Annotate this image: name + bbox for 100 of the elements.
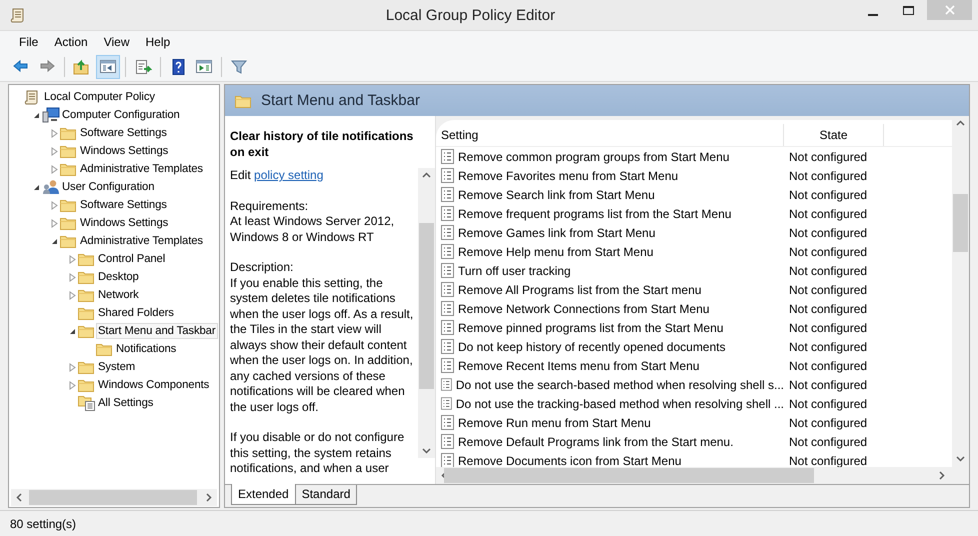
scroll-thumb[interactable] <box>419 223 434 389</box>
scroll-thumb[interactable] <box>444 468 814 483</box>
tree-item[interactable]: All Settings <box>96 395 156 411</box>
folder-icon <box>78 270 94 284</box>
scroll-right-icon[interactable] <box>939 471 945 480</box>
setting-name: Remove Network Connections from Start Menu <box>458 302 710 316</box>
scroll-down-icon[interactable] <box>422 448 431 454</box>
setting-name: Remove Recent Items menu from Start Menu <box>458 358 700 372</box>
tree-item[interactable]: Windows Components <box>96 377 212 393</box>
policy-icon <box>441 206 454 221</box>
policy-title: Clear history of tile notifications on exit <box>229 128 414 160</box>
tree-item[interactable]: Control Panel <box>96 251 168 267</box>
tree-item[interactable]: Local Computer Policy <box>42 89 157 105</box>
policy-icon <box>441 263 454 278</box>
folder-icon <box>60 126 76 140</box>
scroll-up-icon[interactable] <box>956 120 965 126</box>
triangle-icon[interactable] <box>69 328 76 334</box>
policy-icon <box>441 225 454 240</box>
table-row[interactable]: Remove frequent programs list from the Start Menu Not configured <box>436 204 952 223</box>
folder-icon <box>78 360 94 374</box>
folder-icon <box>60 144 76 158</box>
policy-icon <box>441 320 454 335</box>
tree-item[interactable]: Start Menu and Taskbar <box>96 323 218 339</box>
table-row[interactable]: Remove Help menu from Start Menu Not configured <box>436 242 952 261</box>
folder-icon <box>60 234 76 248</box>
policy-setting-link[interactable]: policy setting <box>254 168 324 182</box>
policy-icon <box>441 187 454 202</box>
scroll-thumb[interactable] <box>29 490 197 505</box>
scroll-left-icon[interactable] <box>16 493 22 502</box>
scroll-right-icon[interactable] <box>206 493 212 502</box>
description-label: Description: <box>230 260 294 276</box>
description-text: If you disable or do not configure this setting, the system retains notifications, and when a user <box>230 430 406 476</box>
tree-item[interactable]: Administrative Templates <box>78 161 205 177</box>
scroll-down-icon[interactable] <box>956 456 965 462</box>
tree-item[interactable]: Windows Settings <box>78 215 170 231</box>
table-row[interactable]: Do not use the search-based method when resolving shell s... Not configured <box>436 375 952 394</box>
menu-item[interactable]: View <box>96 33 136 51</box>
table-row[interactable]: Remove Network Connections from Start Menu Not configured <box>436 299 952 318</box>
tree-item[interactable]: Administrative Templates <box>78 233 205 249</box>
setting-name: Do not use the tracking-based method when resolving shell ... <box>456 396 784 410</box>
scrollbar[interactable] <box>418 168 435 458</box>
setting-name: Do not use the search-based method when resolving shell s... <box>456 378 784 392</box>
table-row[interactable]: Turn off user tracking Not configured <box>436 261 952 280</box>
column-header[interactable]: Setting <box>436 124 784 146</box>
triangle-icon[interactable] <box>51 238 58 244</box>
tree-item[interactable]: Computer Configuration <box>60 107 182 123</box>
table-row[interactable]: Remove common program groups from Start Menu Not configured <box>436 147 952 166</box>
tree-item[interactable]: Notifications <box>114 341 178 357</box>
folder-list-icon <box>78 395 96 411</box>
table-row[interactable]: Remove Documents icon from Start Menu Not configured <box>436 451 952 467</box>
table-row[interactable]: Remove pinned programs list from the Start Menu Not configured <box>436 318 952 337</box>
table-row[interactable]: Remove Run menu from Start Menu Not configured <box>436 413 952 432</box>
tree-item[interactable]: Network <box>96 287 141 303</box>
table-row[interactable]: Remove Games link from Start Menu Not configured <box>436 223 952 242</box>
policy-icon <box>441 377 452 392</box>
table-row[interactable]: Remove All Programs list from the Start menu Not configured <box>436 280 952 299</box>
setting-name: Turn off user tracking <box>458 264 571 278</box>
state-cell-text: Not configured <box>788 168 868 182</box>
maximize-icon <box>903 6 915 16</box>
tree-item[interactable]: Desktop <box>96 269 141 285</box>
policy-icon <box>441 149 454 164</box>
policy-icon <box>441 358 454 373</box>
table-row[interactable]: Remove Search link from Start Menu Not configured <box>436 185 952 204</box>
tree-item[interactable]: Software Settings <box>78 125 169 141</box>
menu-item[interactable]: Help <box>138 33 178 51</box>
scrollbar[interactable] <box>11 489 217 506</box>
state-cell-text: Not configured <box>788 454 868 467</box>
scroll-thumb[interactable] <box>953 194 968 252</box>
tree-item[interactable]: Shared Folders <box>96 305 176 321</box>
setting-name: Remove common program groups from Start Menu <box>458 150 730 164</box>
table-row[interactable]: Do not keep history of recently opened documents Not configured <box>436 337 952 356</box>
policy-icon <box>441 282 454 297</box>
edit-sentence: Edit policy setting <box>230 168 324 184</box>
requirements-label: Requirements: <box>230 198 310 214</box>
minimize-icon <box>868 14 878 16</box>
panel-title: Start Menu and Taskbar <box>261 92 420 109</box>
policy-icon <box>441 434 454 449</box>
menu-item[interactable]: Action <box>47 33 95 51</box>
tab[interactable]: Standard <box>294 485 358 505</box>
panel-toggle-icon[interactable] <box>96 55 120 79</box>
table-row[interactable]: Remove Default Programs link from the Start menu. Not configured <box>436 432 952 451</box>
triangle-icon[interactable] <box>33 112 40 118</box>
tree-item[interactable]: Software Settings <box>78 197 169 213</box>
tree-item[interactable]: Windows Settings <box>78 143 170 159</box>
close-icon <box>944 5 954 15</box>
table-row[interactable]: Remove Recent Items menu from Start Menu Not configured <box>436 356 952 375</box>
tree-item[interactable]: User Configuration <box>60 179 156 195</box>
folder-icon <box>78 288 94 302</box>
table-row[interactable]: Do not use the tracking-based method when resolving shell ... Not configured <box>436 394 952 413</box>
scroll-up-icon[interactable] <box>422 172 431 178</box>
description-text: If you enable this setting, the system deletes tile notifications when the user logs off. As a result, the Tiles in the start view will always show their default content when the user logs on. In addition, any cached versions of these notifications will be cleared when the user logs off. <box>230 276 414 415</box>
tree-item[interactable]: System <box>96 359 138 375</box>
column-header[interactable]: State <box>784 124 884 146</box>
requirements-text: At least Windows Server 2012, Windows 8 or Windows RT <box>230 214 396 245</box>
triangle-icon[interactable] <box>33 184 40 190</box>
tab[interactable]: Extended <box>231 484 296 505</box>
menu-item[interactable]: File <box>12 33 46 51</box>
table-row[interactable]: Remove Favorites menu from Start Menu Not configured <box>436 166 952 185</box>
setting-name: Remove pinned programs list from the Start Menu <box>458 320 724 334</box>
state-cell-text: Not configured <box>788 150 868 164</box>
